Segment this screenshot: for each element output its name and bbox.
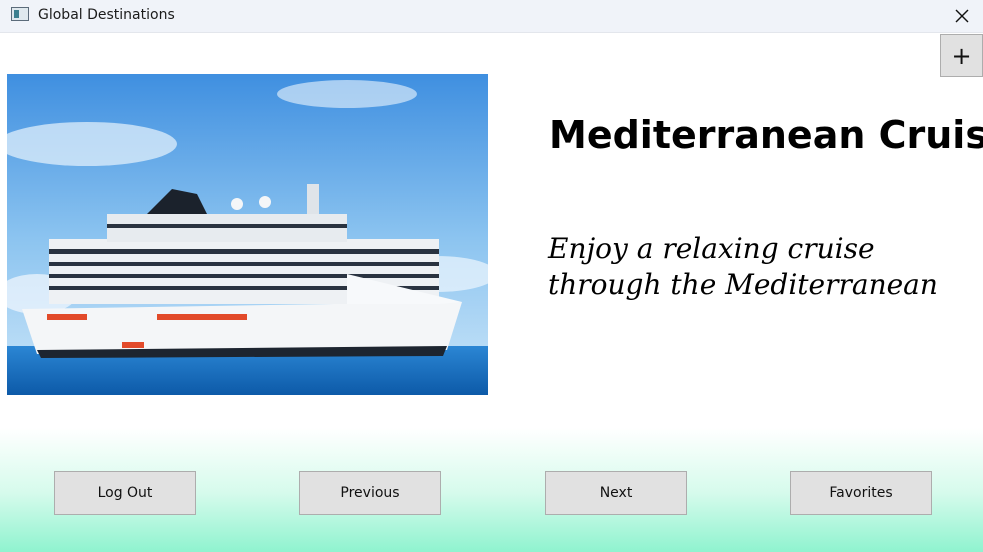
next-button[interactable]: Next [545,471,687,515]
cruise-ship-image [7,74,488,395]
title-bar: Global Destinations [0,0,983,33]
destination-description: Enjoy a relaxing cruise through the Medi… [548,232,938,301]
destination-title: Mediterranean Cruise [549,113,983,157]
window-title: Global Destinations [38,7,175,23]
previous-button[interactable]: Previous [299,471,441,515]
main-panel: + Mediterranean Cruise Enjoy a relaxing … [0,33,983,552]
log-out-button[interactable]: Log Out [54,471,196,515]
favorites-button[interactable]: Favorites [790,471,932,515]
close-button[interactable] [941,0,983,32]
close-icon [955,9,969,23]
app-window-icon [11,7,29,21]
add-button[interactable]: + [940,34,983,77]
